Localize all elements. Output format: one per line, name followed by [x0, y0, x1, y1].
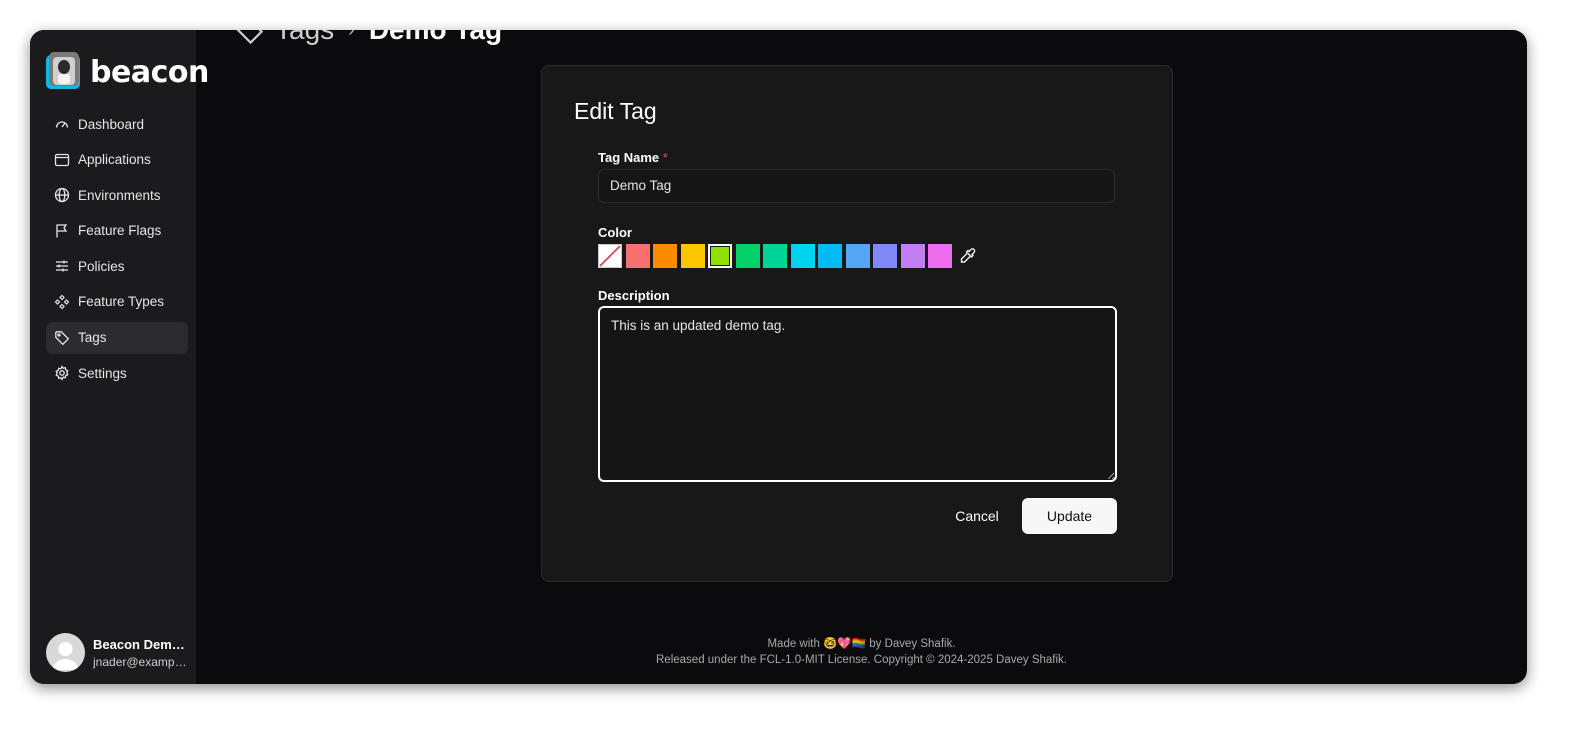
color-swatch[interactable]: [763, 244, 787, 268]
sidebar-item-dashboard[interactable]: Dashboard: [46, 108, 188, 140]
color-label: Color: [598, 225, 632, 240]
required-indicator: *: [662, 150, 668, 165]
sidebar-item-settings[interactable]: Settings: [46, 357, 188, 389]
breadcrumb-separator: ›: [348, 30, 355, 42]
color-swatch[interactable]: [900, 244, 925, 268]
brand-name: beacon: [90, 54, 209, 90]
cancel-button[interactable]: Cancel: [947, 499, 1007, 533]
gear-icon: [54, 365, 70, 381]
sidebar-item-label: Environments: [78, 187, 161, 203]
sidebar-item-label: Tags: [78, 330, 107, 346]
footer: Made with 🤓💖🏳️‍🌈 by Davey Shafik. Releas…: [196, 636, 1527, 668]
color-swatch[interactable]: [873, 244, 897, 268]
window-icon: [54, 152, 70, 168]
sidebar-item-tags[interactable]: Tags: [46, 321, 188, 354]
color-swatch[interactable]: [625, 244, 650, 268]
edit-tag-card: Edit Tag Tag Name * Demo Tag Color Descr…: [541, 65, 1173, 582]
avatar: [46, 633, 85, 672]
color-swatch[interactable]: [845, 244, 870, 268]
sidebar-item-label: Settings: [78, 365, 127, 381]
sidebar-item-feature-types[interactable]: Feature Types: [46, 286, 188, 318]
tag-icon: [233, 30, 265, 46]
sidebar-item-label: Feature Flags: [78, 223, 162, 239]
color-swatch[interactable]: [818, 244, 842, 268]
tag-icon: [54, 330, 70, 346]
sidebar-nav: Dashboard Applications Environments Feat…: [46, 108, 188, 393]
breadcrumb-parent[interactable]: Tags: [275, 30, 334, 46]
description-label: Description: [598, 288, 670, 303]
user-profile[interactable]: Beacon Demo… jnader@exampl…: [46, 633, 189, 672]
user-name: Beacon Demo…: [93, 636, 189, 652]
tag-name-label: Tag Name *: [598, 150, 668, 165]
app-window: beacon Dashboard Applications Environmen…: [30, 30, 1527, 684]
footer-credit: Made with 🤓💖🏳️‍🌈 by Davey Shafik.: [767, 638, 956, 650]
sliders-icon: [54, 258, 70, 274]
globe-icon: [54, 187, 70, 203]
breadcrumb-current: Demo Tag: [369, 30, 502, 46]
tag-name-label-text: Tag Name: [598, 150, 660, 165]
color-swatch[interactable]: [735, 244, 760, 268]
sidebar-item-policies[interactable]: Policies: [46, 250, 188, 282]
beacon-logo-icon: [46, 52, 82, 92]
breadcrumb: Tags › Demo Tag: [233, 30, 502, 46]
tag-name-input[interactable]: Demo Tag: [598, 169, 1115, 203]
color-swatch[interactable]: [790, 244, 815, 268]
sidebar: beacon Dashboard Applications Environmen…: [30, 30, 209, 684]
update-button[interactable]: Update: [1022, 498, 1117, 534]
color-swatches: [598, 244, 980, 268]
flag-icon: [54, 223, 70, 239]
sidebar-item-feature-flags[interactable]: Feature Flags: [46, 215, 188, 247]
sidebar-item-label: Applications: [78, 152, 151, 168]
sidebar-item-label: Dashboard: [78, 116, 145, 132]
color-swatch[interactable]: [928, 244, 952, 268]
sidebar-item-applications[interactable]: Applications: [46, 144, 188, 176]
footer-license: Released under the FCL-1.0-MIT License. …: [656, 654, 1067, 666]
color-swatch[interactable]: [708, 244, 732, 268]
color-swatch-none[interactable]: [598, 244, 622, 268]
sidebar-item-label: Feature Types: [78, 294, 165, 310]
page-title: Edit Tag: [574, 98, 657, 124]
sidebar-item-environments[interactable]: Environments: [46, 179, 188, 211]
color-swatch[interactable]: [653, 244, 677, 268]
gauge-icon: [54, 116, 70, 132]
color-swatch[interactable]: [680, 244, 705, 268]
user-email: jnader@exampl…: [93, 654, 189, 669]
eyedropper-icon[interactable]: [956, 244, 980, 268]
description-textarea[interactable]: This is an updated demo tag.: [598, 306, 1117, 482]
sidebar-item-label: Policies: [78, 258, 125, 274]
logo[interactable]: beacon: [46, 52, 209, 92]
components-icon: [54, 294, 70, 310]
